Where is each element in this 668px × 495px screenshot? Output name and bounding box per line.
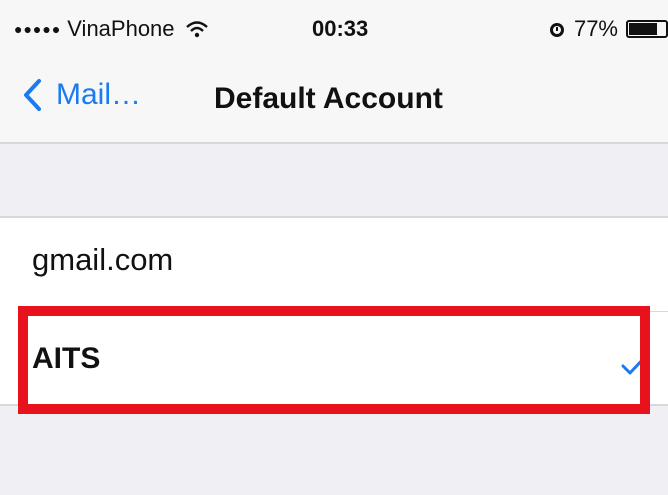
navigation-bar: Mail… Default Account bbox=[0, 64, 668, 144]
battery-icon bbox=[626, 20, 668, 38]
status-bar: ●●●●● VinaPhone 00:33 77% bbox=[0, 0, 668, 64]
account-label: gmail.com bbox=[32, 242, 174, 277]
carrier-name: VinaPhone bbox=[67, 16, 175, 41]
account-row-aits[interactable]: AITS bbox=[0, 312, 668, 404]
battery-percent: 77% bbox=[573, 16, 618, 41]
page-title: Default Account bbox=[214, 82, 443, 115]
wifi-icon bbox=[185, 21, 208, 38]
status-left: ●●●●● VinaPhone bbox=[14, 16, 209, 42]
battery-fill bbox=[629, 23, 657, 35]
account-list: gmail.com AITS bbox=[0, 216, 668, 406]
back-button[interactable]: Mail… bbox=[22, 78, 141, 112]
signal-strength-icon: ●●●●● bbox=[14, 21, 62, 37]
clock: 00:33 bbox=[312, 16, 369, 41]
chevron-left-icon bbox=[24, 79, 41, 111]
back-button-label: Mail… bbox=[56, 78, 142, 111]
checkmark-icon bbox=[621, 355, 647, 375]
alarm-icon bbox=[549, 23, 564, 37]
account-row-gmail[interactable]: gmail.com bbox=[0, 218, 668, 312]
account-label: AITS bbox=[32, 342, 101, 375]
divider bbox=[0, 404, 668, 406]
status-right: 77% bbox=[548, 16, 668, 42]
